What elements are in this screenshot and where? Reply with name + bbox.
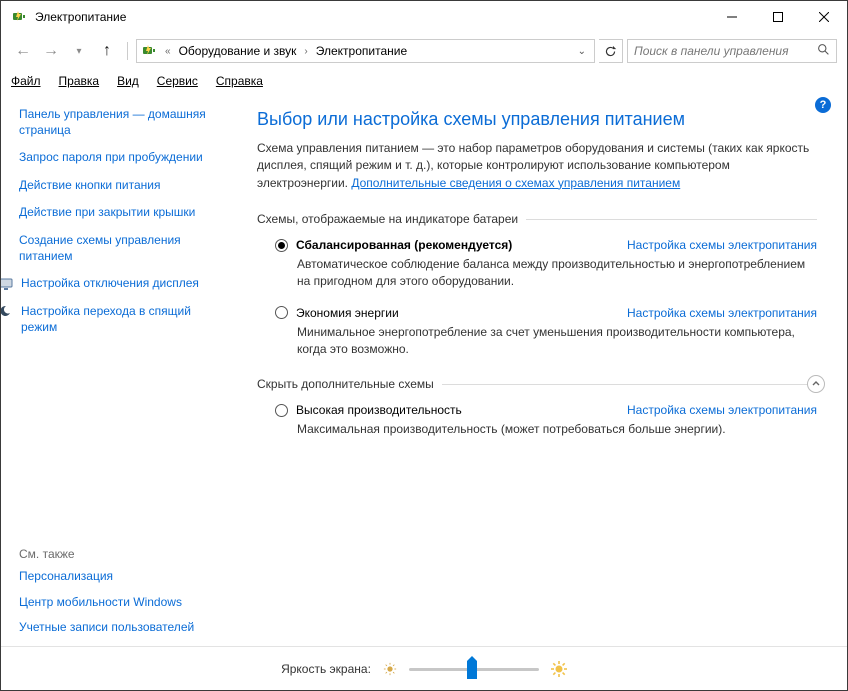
- sun-bright-icon: [551, 661, 567, 677]
- see-also-mobility-center[interactable]: Центр мобильности Windows: [19, 595, 207, 611]
- recent-dropdown[interactable]: ▾: [67, 39, 91, 63]
- sidebar-link-lid-close[interactable]: Действие при закрытии крышки: [19, 205, 207, 221]
- radio-saver[interactable]: [275, 306, 288, 319]
- refresh-button[interactable]: [599, 39, 623, 63]
- sleep-icon: [1, 304, 15, 320]
- plan-name-balanced[interactable]: Сбалансированная (рекомендуется): [296, 238, 512, 252]
- menu-file[interactable]: Файл: [11, 74, 41, 88]
- address-dropdown-icon[interactable]: ⌄: [574, 46, 590, 57]
- breadcrumb-item[interactable]: Электропитание: [316, 44, 407, 58]
- help-icon[interactable]: ?: [815, 97, 831, 113]
- group-label: Схемы, отображаемые на индикаторе батаре…: [257, 212, 817, 226]
- sidebar-link-power-button[interactable]: Действие кнопки питания: [19, 178, 207, 194]
- sidebar: Панель управления — домашняя страница За…: [1, 93, 217, 646]
- address-bar-row: ← → ▾ ↑ « Оборудование и звук › Электроп…: [1, 33, 847, 69]
- brightness-label: Яркость экрана:: [281, 662, 371, 676]
- plan-balanced: Сбалансированная (рекомендуется) Настрой…: [275, 238, 817, 290]
- up-button[interactable]: ↑: [95, 39, 119, 63]
- menu-service[interactable]: Сервис: [157, 74, 198, 88]
- sidebar-link-display-off[interactable]: Настройка отключения дисплея: [21, 276, 199, 292]
- sidebar-link-home[interactable]: Панель управления — домашняя страница: [19, 107, 207, 138]
- change-plan-link[interactable]: Настройка схемы электропитания: [627, 306, 817, 320]
- change-plan-link[interactable]: Настройка схемы электропитания: [627, 238, 817, 252]
- slider-thumb[interactable]: [467, 661, 477, 679]
- radio-high[interactable]: [275, 404, 288, 417]
- plan-name-high[interactable]: Высокая производительность: [296, 403, 462, 417]
- display-off-icon: [1, 276, 15, 292]
- plan-desc-high: Максимальная производительность (может п…: [297, 421, 817, 438]
- search-placeholder: Поиск в панели управления: [634, 44, 817, 58]
- collapse-button[interactable]: [807, 375, 825, 393]
- forward-button[interactable]: →: [39, 39, 63, 63]
- intro-link[interactable]: Дополнительные сведения о схемах управле…: [351, 176, 680, 190]
- back-button[interactable]: ←: [11, 39, 35, 63]
- brightness-footer: Яркость экрана:: [1, 646, 847, 690]
- intro-text: Схема управления питанием — это набор па…: [257, 140, 817, 192]
- page-title: Выбор или настройка схемы управления пит…: [257, 109, 817, 130]
- plan-saver: Экономия энергии Настройка схемы электро…: [275, 306, 817, 358]
- menu-view[interactable]: Вид: [117, 74, 139, 88]
- group-additional-plans: Скрыть дополнительные схемы Высокая прои…: [257, 377, 817, 438]
- power-options-icon: [141, 43, 157, 59]
- brightness-slider[interactable]: [409, 659, 539, 679]
- sidebar-link-create-plan[interactable]: Создание схемы управления питанием: [19, 233, 207, 264]
- change-plan-link[interactable]: Настройка схемы электропитания: [627, 403, 817, 417]
- see-also-user-accounts[interactable]: Учетные записи пользователей: [19, 620, 207, 636]
- divider: [127, 42, 128, 60]
- plan-high-performance: Высокая производительность Настройка схе…: [275, 403, 817, 438]
- group-battery-plans: Схемы, отображаемые на индикаторе батаре…: [257, 212, 817, 357]
- see-also-personalization[interactable]: Персонализация: [19, 569, 207, 585]
- group-label: Скрыть дополнительные схемы: [257, 377, 817, 391]
- breadcrumb-prefix: «: [163, 46, 173, 57]
- sidebar-link-sleep[interactable]: Настройка перехода в спящий режим: [21, 304, 207, 335]
- breadcrumb-item[interactable]: Оборудование и звук: [179, 44, 297, 58]
- window-title: Электропитание: [35, 10, 709, 24]
- maximize-button[interactable]: [755, 1, 801, 33]
- menu-help[interactable]: Справка: [216, 74, 263, 88]
- see-also-label: См. также: [19, 547, 207, 561]
- window: Электропитание ← → ▾ ↑ « Оборудование и …: [0, 0, 848, 691]
- power-options-icon: [11, 9, 27, 25]
- menu-edit[interactable]: Правка: [59, 74, 100, 88]
- sidebar-link-password-wake[interactable]: Запрос пароля при пробуждении: [19, 150, 207, 166]
- main-panel: Выбор или настройка схемы управления пит…: [217, 93, 847, 646]
- titlebar: Электропитание: [1, 1, 847, 33]
- address-bar[interactable]: « Оборудование и звук › Электропитание ⌄: [136, 39, 595, 63]
- radio-balanced[interactable]: [275, 239, 288, 252]
- minimize-button[interactable]: [709, 1, 755, 33]
- chevron-right-icon: ›: [302, 46, 309, 57]
- content-area: ? Панель управления — домашняя страница …: [1, 93, 847, 646]
- close-button[interactable]: [801, 1, 847, 33]
- plan-name-saver[interactable]: Экономия энергии: [296, 306, 399, 320]
- search-icon: [817, 43, 830, 59]
- sun-dim-icon: [383, 662, 397, 676]
- plan-desc-saver: Минимальное энергопотребление за счет ум…: [297, 324, 817, 358]
- plan-desc-balanced: Автоматическое соблюдение баланса между …: [297, 256, 817, 290]
- menubar: Файл Правка Вид Сервис Справка: [1, 69, 847, 93]
- search-input[interactable]: Поиск в панели управления: [627, 39, 837, 63]
